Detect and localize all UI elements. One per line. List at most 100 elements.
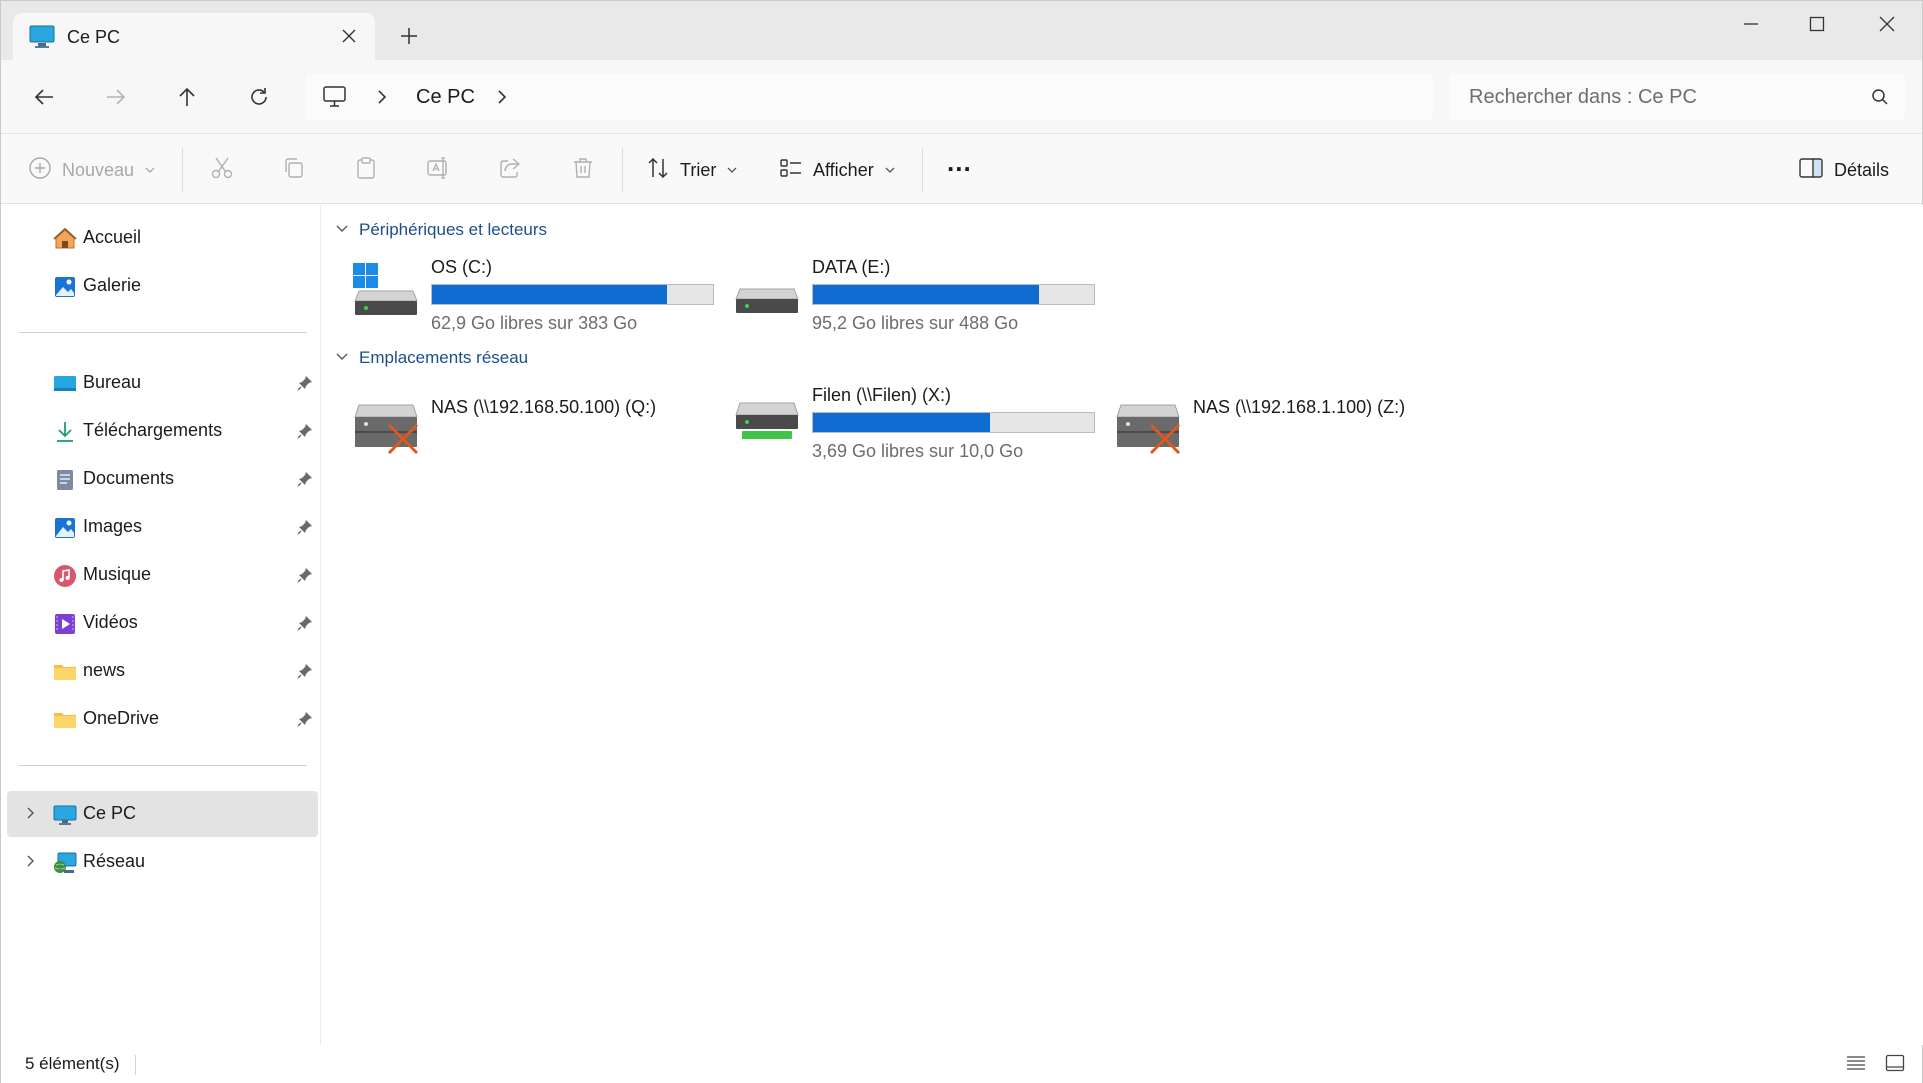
drive-usage-fill: [813, 413, 991, 432]
new-tab-button[interactable]: [394, 21, 424, 51]
details-label: Détails: [1834, 159, 1890, 180]
rename-icon: [426, 156, 452, 185]
sidebar-item-musique[interactable]: Musique: [7, 552, 318, 598]
sidebar-item-reseau[interactable]: Réseau: [7, 839, 318, 885]
navigation-pane: Accueil Galerie Bureau Téléchargements D…: [1, 205, 321, 1045]
hard-drive-icon: [734, 263, 800, 324]
paste-button[interactable]: [354, 156, 378, 184]
large-icons-view-button[interactable]: [1883, 1053, 1907, 1077]
sidebar-item-videos[interactable]: Vidéos: [7, 600, 318, 646]
close-window-button[interactable]: [1853, 1, 1921, 47]
network-drive-nas-z[interactable]: NAS (\\192.168.1.100) (Z:): [1115, 397, 1485, 487]
chevron-down-icon: [335, 348, 349, 368]
pin-icon[interactable]: [297, 423, 313, 444]
clipboard-icon: [354, 156, 378, 185]
delete-button[interactable]: [571, 156, 595, 184]
copy-icon: [282, 156, 306, 185]
network-icon: [53, 851, 77, 875]
pc-monitor-icon: [322, 85, 348, 114]
sidebar-item-onedrive[interactable]: OneDrive: [7, 696, 318, 742]
chevron-down-icon: [884, 160, 896, 181]
download-icon: [53, 420, 77, 444]
address-bar[interactable]: Ce PC: [306, 74, 1433, 120]
share-button[interactable]: [498, 156, 522, 184]
minimize-button[interactable]: [1717, 1, 1785, 47]
view-button[interactable]: Afficher: [779, 156, 896, 184]
documents-icon: [53, 468, 77, 492]
rename-button[interactable]: [426, 156, 452, 184]
chevron-right-icon[interactable]: [25, 806, 37, 825]
toolbar-divider: [182, 148, 183, 192]
windows-drive-icon: [353, 263, 419, 324]
network-drive-nas-q[interactable]: NAS (\\192.168.50.100) (Q:): [353, 397, 723, 487]
cut-button[interactable]: [210, 156, 234, 184]
navigation-bar: Ce PC Rechercher dans : Ce PC: [1, 60, 1922, 134]
items-view: Périphériques et lecteurs OS (C:) 62,9 G…: [323, 205, 1923, 1045]
folder-icon: [53, 708, 77, 732]
breadcrumb-chevron-icon[interactable]: [376, 88, 388, 111]
more-options-button[interactable]: ...: [947, 146, 972, 177]
back-button[interactable]: [27, 80, 61, 114]
music-icon: [53, 564, 77, 588]
drive-data-e[interactable]: DATA (E:) 95,2 Go libres sur 488 Go: [734, 257, 1104, 347]
pin-icon[interactable]: [297, 711, 313, 732]
refresh-button[interactable]: [242, 80, 276, 114]
file-explorer-window: Ce PC Ce PC Rechercher dans: Ce PC Nouv…: [0, 0, 1923, 1083]
sidebar-item-bureau[interactable]: Bureau: [7, 360, 318, 406]
scissors-icon: [210, 156, 234, 185]
sidebar-item-label: Images: [83, 516, 143, 536]
chevron-right-icon[interactable]: [25, 854, 37, 873]
group-header-devices[interactable]: Périphériques et lecteurs: [335, 220, 547, 240]
view-label: Afficher: [813, 159, 874, 180]
sidebar-item-label: Ce PC: [83, 803, 137, 823]
drive-usage-bar: [431, 284, 714, 305]
details-view-button[interactable]: [1844, 1053, 1868, 1077]
toolbar-divider: [622, 148, 623, 192]
drive-space-text: 3,69 Go libres sur 10,0 Go: [812, 441, 1024, 461]
command-bar: Nouveau Trier Afficher ... Détails: [1, 134, 1922, 204]
pin-icon[interactable]: [297, 471, 313, 492]
share-icon: [498, 156, 522, 185]
details-pane-button[interactable]: Détails: [1798, 156, 1889, 184]
search-input[interactable]: Rechercher dans : Ce PC: [1449, 74, 1905, 120]
disconnected-network-drive-icon: [353, 403, 421, 464]
sort-arrows-icon: [646, 156, 670, 185]
sidebar-item-accueil[interactable]: Accueil: [7, 215, 318, 261]
sidebar-item-label: Réseau: [83, 851, 146, 871]
tab-ce-pc[interactable]: Ce PC: [13, 13, 375, 60]
up-button[interactable]: [170, 80, 204, 114]
sidebar-item-images[interactable]: Images: [7, 504, 318, 550]
sidebar-item-ce-pc[interactable]: Ce PC: [7, 791, 318, 837]
breadcrumb-chevron-icon[interactable]: [496, 88, 508, 111]
new-button[interactable]: Nouveau: [28, 156, 156, 184]
sort-label: Trier: [680, 159, 717, 180]
maximize-button[interactable]: [1783, 1, 1851, 47]
breadcrumb-ce-pc[interactable]: Ce PC: [416, 86, 475, 109]
sidebar-item-telechargements[interactable]: Téléchargements: [7, 408, 318, 454]
sidebar-item-documents[interactable]: Documents: [7, 456, 318, 502]
pin-icon[interactable]: [297, 663, 313, 684]
drive-os-c[interactable]: OS (C:) 62,9 Go libres sur 383 Go: [353, 257, 723, 347]
status-bar: 5 élément(s): [1, 1045, 1922, 1083]
title-bar: Ce PC: [1, 1, 1922, 60]
drive-usage-bar: [812, 284, 1095, 305]
network-drive-filen-x[interactable]: Filen (\\Filen) (X:) 3,69 Go libres sur …: [734, 385, 1104, 475]
sort-button[interactable]: Trier: [646, 156, 738, 184]
group-header-network[interactable]: Emplacements réseau: [335, 348, 528, 368]
forward-button[interactable]: [99, 80, 133, 114]
pin-icon[interactable]: [297, 567, 313, 588]
sidebar-item-news[interactable]: news: [7, 648, 318, 694]
pin-icon[interactable]: [297, 519, 313, 540]
pictures-icon: [53, 516, 77, 540]
sidebar-item-galerie[interactable]: Galerie: [7, 263, 318, 309]
close-tab-icon[interactable]: [335, 22, 363, 50]
more-label: ...: [947, 146, 972, 177]
pin-icon[interactable]: [297, 375, 313, 396]
sidebar-item-label: Vidéos: [83, 612, 138, 632]
toolbar-divider: [922, 148, 923, 192]
gallery-icon: [53, 275, 77, 299]
copy-button[interactable]: [282, 156, 306, 184]
pc-monitor-icon: [53, 803, 77, 827]
sidebar-item-label: Bureau: [83, 372, 142, 392]
pin-icon[interactable]: [297, 615, 313, 636]
